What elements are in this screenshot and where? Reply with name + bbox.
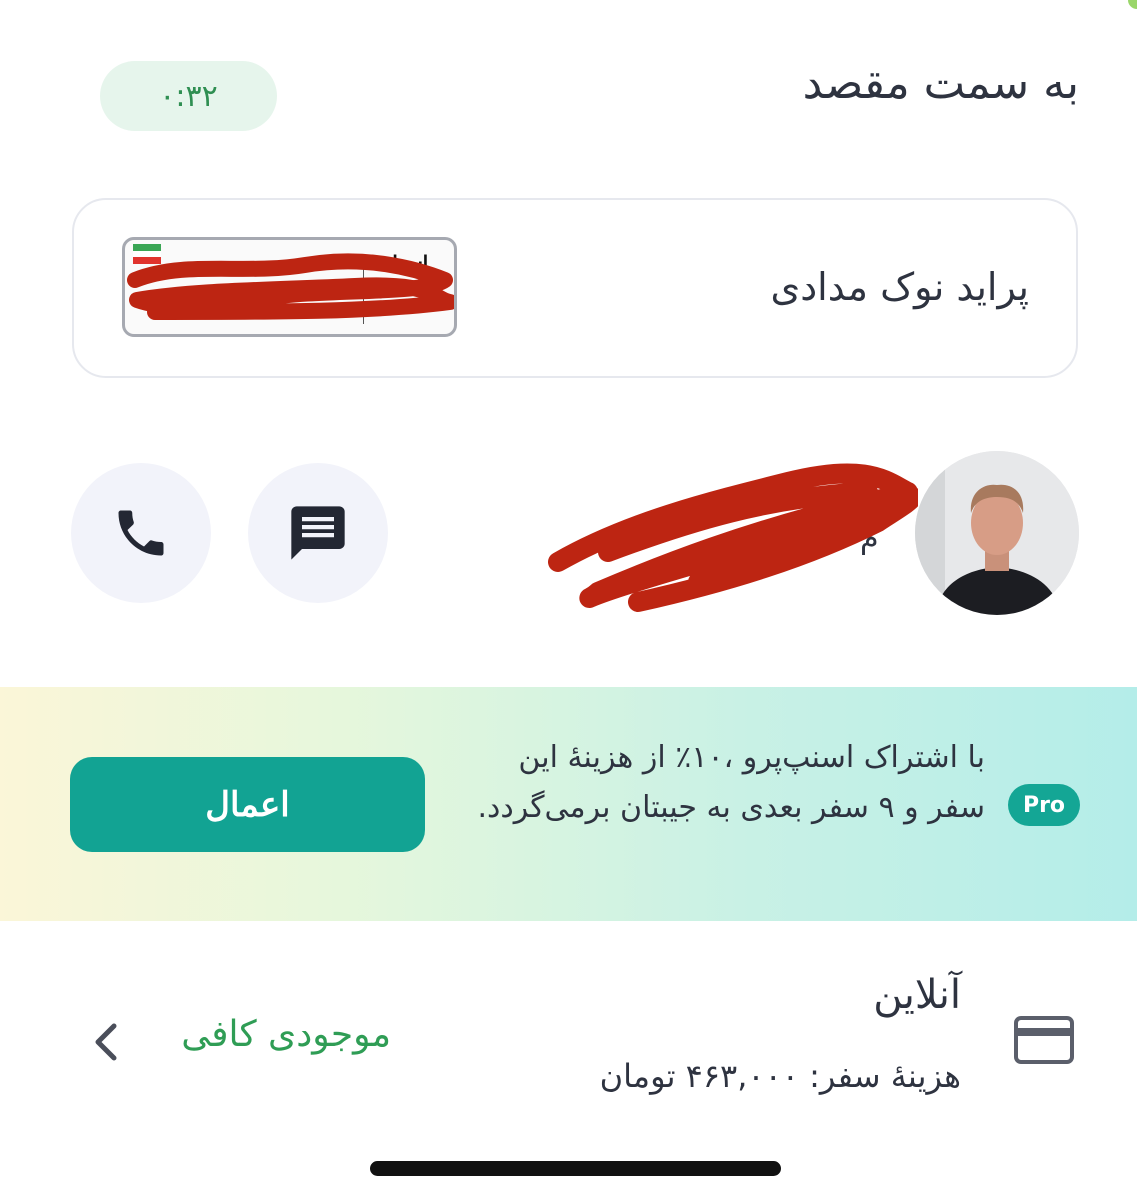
apply-subscription-button[interactable]: اعمال [70,757,425,852]
apply-button-label: اعمال [205,785,290,824]
trip-cost: هزینهٔ سفر: ۴۶۳,۰۰۰ تومان [599,1057,961,1095]
balance-status[interactable]: موجودی کافی [181,1014,391,1055]
driver-name-redaction-scribble: م [548,463,918,612]
vehicle-name: پراید نوک مدادی [770,265,1029,309]
eta-timer-text: ۰:۳۲ [159,78,218,114]
phone-icon [118,510,164,556]
eta-timer-badge: ۰:۳۲ [100,61,277,131]
chevron-left-icon[interactable] [90,1022,122,1062]
promo-description: با اشتراک اسنپ‌پرو ،۱۰٪ از هزینهٔ این سف… [477,740,985,825]
call-driver-button[interactable] [71,463,211,603]
driver-photo [915,451,1079,615]
home-indicator[interactable] [370,1161,781,1176]
corner-indicator [1128,0,1137,9]
chat-icon [291,506,345,560]
driver-avatar[interactable] [915,451,1079,615]
page-title: به سمت مقصد [802,58,1079,109]
pro-badge-label: Pro [1022,792,1066,818]
message-driver-button[interactable] [248,463,388,603]
license-plate: ایــران [122,237,457,337]
plate-redaction-scribble [127,253,454,320]
pro-badge: Pro [1008,784,1080,826]
credit-card-icon [1014,1016,1074,1064]
payment-method-label: آنلاین [873,972,961,1018]
